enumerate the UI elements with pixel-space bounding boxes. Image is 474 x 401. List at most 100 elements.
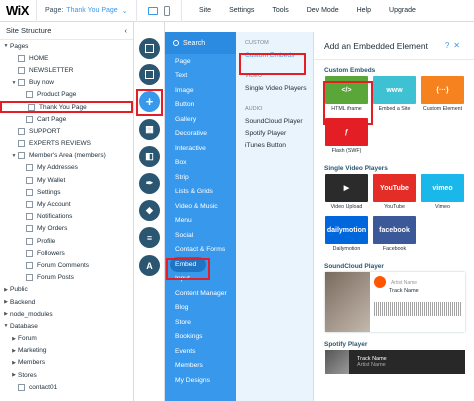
expand-caret-icon[interactable]: ▼ bbox=[10, 153, 18, 159]
category-item[interactable]: Store bbox=[165, 315, 236, 330]
element-tile[interactable]: facebook Facebook bbox=[373, 216, 416, 254]
expand-caret-icon[interactable]: ▶ bbox=[10, 336, 18, 342]
subcategory-item[interactable]: SoundCloud Player bbox=[236, 115, 313, 127]
tree-row[interactable]: Product Page bbox=[0, 89, 133, 101]
expand-caret-icon[interactable]: ▶ bbox=[2, 299, 10, 305]
add-apps-icon[interactable]: ▦ bbox=[139, 119, 160, 140]
subcategory-item[interactable]: Spotify Player bbox=[236, 127, 313, 139]
store-icon[interactable]: ◆ bbox=[139, 200, 160, 221]
tree-row[interactable]: ▼ Buy now bbox=[0, 77, 133, 89]
wix-logo[interactable]: WiX bbox=[0, 3, 36, 18]
tree-row[interactable]: ▶ node_modules bbox=[0, 308, 133, 320]
element-tile[interactable]: dailymotion Dailymotion bbox=[325, 216, 368, 254]
top-menu-item[interactable]: Settings bbox=[220, 7, 263, 14]
expand-caret-icon[interactable]: ▶ bbox=[10, 348, 18, 354]
spotify-player[interactable]: Track Name Artist Name bbox=[325, 350, 465, 374]
menus-pages-icon[interactable] bbox=[139, 38, 160, 59]
tree-row[interactable]: My Wallet bbox=[0, 174, 133, 186]
tree-row[interactable]: My Account bbox=[0, 198, 133, 210]
mobile-icon[interactable] bbox=[164, 5, 170, 16]
top-menu-item[interactable]: Upgrade bbox=[380, 7, 425, 14]
tree-row[interactable]: Followers bbox=[0, 247, 133, 259]
text-icon[interactable]: A bbox=[139, 255, 160, 276]
category-item[interactable]: Interactive bbox=[165, 141, 236, 156]
top-menu-item[interactable]: Site bbox=[190, 7, 220, 14]
tree-row[interactable]: ▶ Backend bbox=[0, 296, 133, 308]
blog-icon[interactable]: ✒ bbox=[139, 173, 160, 194]
category-item[interactable]: Contact & Forms bbox=[165, 243, 236, 258]
expand-caret-icon[interactable]: ▼ bbox=[2, 323, 10, 329]
tree-row[interactable]: My Addresses bbox=[0, 162, 133, 174]
element-tile[interactable]: ▶ Video Upload bbox=[325, 174, 368, 212]
tree-row[interactable]: Profile bbox=[0, 235, 133, 247]
play-icon[interactable] bbox=[374, 276, 386, 288]
tree-row[interactable]: Forum Posts bbox=[0, 272, 133, 284]
tree-row-selected[interactable]: Thank You Page bbox=[0, 100, 133, 114]
media-icon[interactable]: ◧ bbox=[139, 146, 160, 167]
help-close-icons[interactable]: ?✕ bbox=[445, 41, 464, 50]
subcategory-item[interactable]: iTunes Button bbox=[236, 139, 313, 151]
tree-row[interactable]: ▶ Public bbox=[0, 284, 133, 296]
category-item[interactable]: Menu bbox=[165, 214, 236, 229]
category-item[interactable]: Strip bbox=[165, 170, 236, 185]
element-tile[interactable]: {···} Custom Element bbox=[421, 76, 464, 114]
tree-row[interactable]: ▼ Database bbox=[0, 320, 133, 332]
background-icon[interactable] bbox=[139, 64, 160, 85]
category-item[interactable]: Video & Music bbox=[165, 199, 236, 214]
tree-row[interactable]: Cart Page bbox=[0, 113, 133, 125]
category-item[interactable]: Page bbox=[165, 54, 236, 69]
element-tile[interactable]: YouTube YouTube bbox=[373, 174, 416, 212]
category-item[interactable]: Bookings bbox=[165, 330, 236, 345]
expand-caret-icon[interactable]: ▶ bbox=[10, 360, 18, 366]
tree-row-label: Marketing bbox=[18, 347, 47, 355]
category-item[interactable]: Box bbox=[165, 156, 236, 171]
tree-row[interactable]: NEWSLETTER bbox=[0, 64, 133, 76]
tree-row[interactable]: My Orders bbox=[0, 223, 133, 235]
tree-row[interactable]: ▼ Pages bbox=[0, 40, 133, 52]
expand-caret-icon[interactable]: ▼ bbox=[2, 43, 10, 49]
category-item[interactable]: Lists & Grids bbox=[165, 185, 236, 200]
category-item[interactable]: Decorative bbox=[165, 127, 236, 142]
database-icon[interactable]: ≡ bbox=[139, 227, 160, 248]
tree-row[interactable]: EXPERTS REVIEWS bbox=[0, 138, 133, 150]
top-menu-item[interactable]: Tools bbox=[263, 7, 297, 14]
category-item[interactable]: Members bbox=[165, 359, 236, 374]
top-menu-item[interactable]: Help bbox=[348, 7, 380, 14]
category-item[interactable]: Text bbox=[165, 69, 236, 84]
page-selector[interactable]: Page: Thank You Page ⌄ bbox=[36, 0, 136, 22]
expand-caret-icon[interactable]: ▶ bbox=[2, 311, 10, 317]
tree-row[interactable]: ▶ Members bbox=[0, 357, 133, 369]
tree-row[interactable]: SUPPORT bbox=[0, 125, 133, 137]
category-item[interactable]: Button bbox=[165, 98, 236, 113]
expand-caret-icon[interactable]: ▼ bbox=[10, 80, 18, 86]
tree-row[interactable]: ▶ Stores bbox=[0, 369, 133, 381]
tree-row[interactable]: Forum Comments bbox=[0, 259, 133, 271]
collapse-icon[interactable]: ‹ bbox=[125, 26, 128, 35]
tree-row[interactable]: contact01 bbox=[0, 381, 133, 393]
tree-row[interactable]: ▼ Member's Area (members) bbox=[0, 150, 133, 162]
tree-row[interactable]: Notifications bbox=[0, 211, 133, 223]
top-menu-item[interactable]: Dev Mode bbox=[298, 7, 348, 14]
page-icon bbox=[26, 201, 33, 209]
category-item[interactable]: Blog bbox=[165, 301, 236, 316]
expand-caret-icon[interactable]: ▶ bbox=[2, 287, 10, 293]
category-item[interactable]: Events bbox=[165, 344, 236, 359]
add-search[interactable]: Search bbox=[165, 32, 236, 54]
element-tile[interactable]: vimeo Vimeo bbox=[421, 174, 464, 212]
category-item[interactable]: My Designs bbox=[165, 373, 236, 388]
expand-caret-icon[interactable]: ▶ bbox=[10, 372, 18, 378]
tree-row-label: My Wallet bbox=[37, 176, 66, 184]
element-tile[interactable]: www Embed a Site bbox=[373, 76, 416, 114]
tree-row[interactable]: HOME bbox=[0, 52, 133, 64]
category-item[interactable]: Gallery bbox=[165, 112, 236, 127]
subcategory-item[interactable]: Single Video Players bbox=[236, 82, 313, 94]
tree-row-label: Notifications bbox=[37, 213, 73, 221]
soundcloud-player[interactable]: Artist Name Track Name bbox=[325, 272, 465, 332]
tree-row[interactable]: Settings bbox=[0, 186, 133, 198]
tree-row[interactable]: ▶ Forum bbox=[0, 333, 133, 345]
category-item[interactable]: Social bbox=[165, 228, 236, 243]
category-item[interactable]: Content Manager bbox=[165, 286, 236, 301]
desktop-icon[interactable] bbox=[148, 6, 158, 15]
category-item[interactable]: Image bbox=[165, 83, 236, 98]
tree-row[interactable]: ▶ Marketing bbox=[0, 345, 133, 357]
